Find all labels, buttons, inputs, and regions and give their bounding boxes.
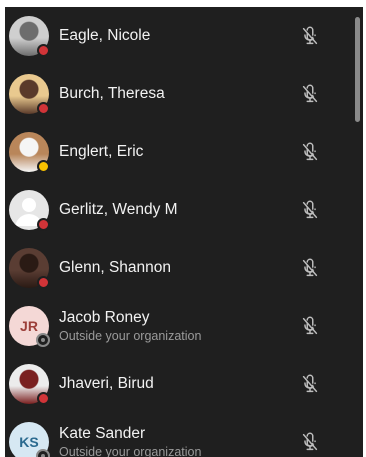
participant-names: Jacob Roney Outside your organization	[59, 308, 201, 344]
participant-row[interactable]: Englert, Eric	[5, 123, 353, 181]
participant-row[interactable]: JR Jacob Roney Outside your organization	[5, 297, 353, 355]
participant-names: Glenn, Shannon	[59, 258, 171, 278]
avatar[interactable]: KS	[9, 422, 50, 457]
avatar[interactable]	[9, 364, 50, 405]
participant-names: Burch, Theresa	[59, 84, 165, 104]
participant-names: Gerlitz, Wendy M	[59, 200, 178, 220]
participant-name: Gerlitz, Wendy M	[59, 201, 178, 218]
participant-names: Kate Sander Outside your organization	[59, 424, 201, 457]
presence-status-icon	[36, 449, 50, 457]
participants-panel: Eagle, Nicole Burch, Theresa Englert, Er…	[5, 7, 363, 457]
participants-list: Eagle, Nicole Burch, Theresa Englert, Er…	[5, 7, 353, 457]
participant-row[interactable]: KS Kate Sander Outside your organization	[5, 413, 353, 457]
participant-row[interactable]: Gerlitz, Wendy M	[5, 181, 353, 239]
participant-row[interactable]: Burch, Theresa	[5, 65, 353, 123]
mic-off-icon[interactable]	[299, 199, 321, 221]
participant-subtitle: Outside your organization	[59, 445, 202, 457]
mic-off-icon[interactable]	[299, 141, 321, 163]
participant-name: Kate Sander	[59, 425, 146, 442]
mic-off-icon[interactable]	[299, 315, 321, 337]
participant-names: Eagle, Nicole	[59, 26, 150, 46]
mic-off-icon[interactable]	[299, 25, 321, 47]
presence-status-icon	[37, 276, 50, 289]
scrollbar-thumb[interactable]	[355, 17, 360, 122]
mic-off-icon[interactable]	[299, 373, 321, 395]
avatar[interactable]	[9, 16, 50, 57]
avatar[interactable]	[9, 132, 50, 173]
mic-off-icon[interactable]	[299, 83, 321, 105]
participant-name: Englert, Eric	[59, 143, 144, 160]
participant-name: Jacob Roney	[59, 309, 150, 326]
participant-row[interactable]: Glenn, Shannon	[5, 239, 353, 297]
participant-names: Jhaveri, Birud	[59, 374, 154, 394]
presence-status-icon	[37, 218, 50, 231]
participant-name: Glenn, Shannon	[59, 259, 172, 276]
participant-name: Burch, Theresa	[59, 85, 165, 102]
participant-row[interactable]: Eagle, Nicole	[5, 7, 353, 65]
participant-name: Eagle, Nicole	[59, 27, 151, 44]
mic-off-icon[interactable]	[299, 431, 321, 453]
participant-subtitle: Outside your organization	[59, 329, 202, 343]
avatar[interactable]	[9, 74, 50, 115]
mic-off-icon[interactable]	[299, 257, 321, 279]
participant-name: Jhaveri, Birud	[59, 375, 154, 392]
presence-status-icon	[37, 102, 50, 115]
avatar[interactable]	[9, 248, 50, 289]
screenshot-frame: Eagle, Nicole Burch, Theresa Englert, Er…	[0, 0, 366, 457]
presence-status-icon	[37, 160, 50, 173]
avatar[interactable]	[9, 190, 50, 231]
avatar[interactable]: JR	[9, 306, 50, 347]
participant-names: Englert, Eric	[59, 142, 143, 162]
presence-status-icon	[37, 44, 50, 57]
presence-status-icon	[36, 333, 50, 347]
scrollbar[interactable]	[353, 7, 363, 457]
participant-row[interactable]: Jhaveri, Birud	[5, 355, 353, 413]
presence-status-icon	[37, 392, 50, 405]
